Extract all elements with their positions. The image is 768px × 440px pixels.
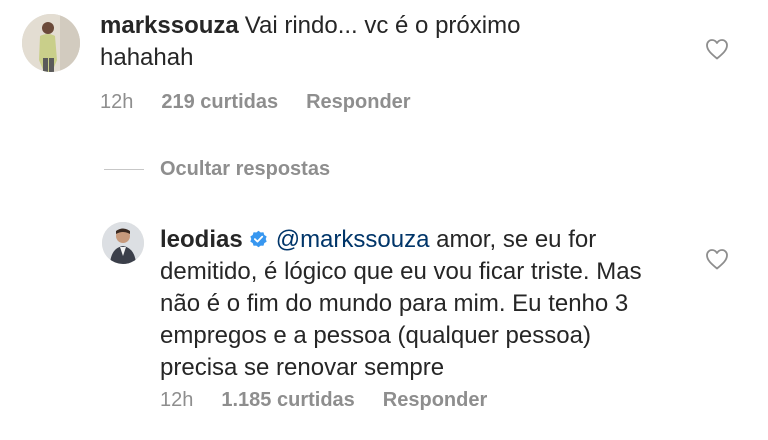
reply-button[interactable]: Responder <box>306 91 410 113</box>
comment-likes[interactable]: 219 curtidas <box>161 91 278 113</box>
reply-button[interactable]: Responder <box>383 389 487 411</box>
hide-replies-divider <box>104 169 144 170</box>
avatar-markssouza[interactable] <box>22 14 80 72</box>
comment-username[interactable]: leodias <box>160 226 243 253</box>
heart-outline-icon[interactable] <box>705 248 729 270</box>
hide-replies-label[interactable]: Ocultar respostas <box>160 156 330 182</box>
comment-time: 12h <box>100 91 134 113</box>
comment-time: 12h <box>160 389 194 411</box>
comments-screen: markssouza Vai rindo... vc é o próximo ha… <box>0 0 768 440</box>
avatar-leodias[interactable] <box>102 222 144 264</box>
verified-badge-icon <box>249 230 268 249</box>
comment-username[interactable]: markssouza <box>100 12 239 39</box>
mention-link[interactable]: @markssouza <box>276 226 430 253</box>
heart-outline-icon[interactable] <box>705 38 729 60</box>
comment-likes[interactable]: 1.185 curtidas <box>221 389 354 411</box>
